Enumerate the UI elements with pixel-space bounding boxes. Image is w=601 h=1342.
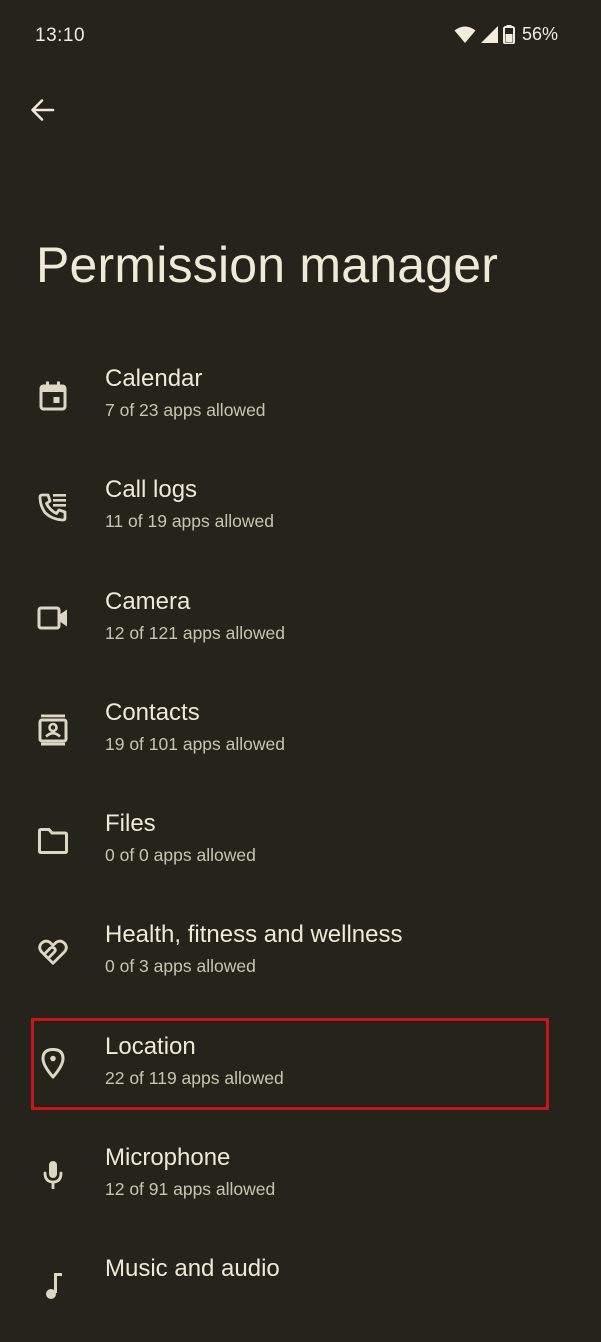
folder-icon (37, 825, 69, 857)
permission-subtitle: 12 of 121 apps allowed (105, 622, 285, 643)
permission-subtitle: 7 of 23 apps allowed (105, 400, 266, 420)
back-button[interactable] (20, 90, 64, 134)
permission-subtitle: 22 of 119 apps allowed (105, 1067, 284, 1088)
permission-title: Microphone (105, 1144, 231, 1172)
permission-item-location[interactable]: Location 22 of 119 apps allowed (0, 1008, 601, 1119)
camera-icon (37, 602, 69, 634)
calendar-icon (37, 380, 69, 412)
health-icon (37, 936, 69, 968)
permission-subtitle: 12 of 91 apps allowed (105, 1179, 276, 1200)
contacts-icon (37, 714, 69, 746)
permission-title: Call logs (105, 476, 198, 504)
permission-subtitle: 19 of 101 apps allowed (105, 733, 285, 754)
battery-icon (502, 25, 515, 44)
permission-subtitle: 11 of 19 apps allowed (105, 511, 274, 532)
call-log-icon (37, 491, 69, 523)
status-time: 13:10 (35, 25, 86, 46)
location-pin-icon (37, 1047, 69, 1079)
permission-title: Contacts (105, 698, 200, 726)
status-icons: 56% (454, 24, 558, 45)
permission-item-contacts[interactable]: Contacts 19 of 101 apps allowed (0, 674, 601, 785)
wifi-icon (454, 26, 476, 44)
battery-percent: 56% (521, 24, 558, 44)
permission-item-music-audio[interactable]: Music and audio (0, 1230, 601, 1341)
permission-title: Camera (105, 587, 191, 615)
page-title: Permission manager (36, 237, 499, 293)
cell-signal-icon (480, 26, 498, 43)
permission-item-files[interactable]: Files 0 of 0 apps allowed (0, 785, 601, 896)
microphone-icon (37, 1159, 69, 1191)
permission-list: Calendar 7 of 23 apps allowed Call logs … (0, 340, 601, 1342)
permission-item-microphone[interactable]: Microphone 12 of 91 apps allowed (0, 1119, 601, 1230)
permission-subtitle: 0 of 3 apps allowed (105, 956, 256, 977)
permission-title: Health, fitness and wellness (105, 921, 403, 949)
permission-subtitle: 0 of 0 apps allowed (105, 845, 256, 866)
status-bar: 13:10 56% (0, 0, 601, 72)
permission-item-calendar[interactable]: Calendar 7 of 23 apps allowed (0, 340, 601, 451)
permission-item-health[interactable]: Health, fitness and wellness 0 of 3 apps… (0, 896, 601, 1007)
permission-title: Location (105, 1032, 196, 1060)
permission-item-call-logs[interactable]: Call logs 11 of 19 apps allowed (0, 451, 601, 562)
permission-item-camera[interactable]: Camera 12 of 121 apps allowed (0, 563, 601, 674)
music-note-icon (37, 1270, 69, 1302)
permission-title: Calendar (105, 365, 203, 392)
arrow-back-icon (29, 97, 55, 128)
permission-title: Files (105, 810, 156, 838)
